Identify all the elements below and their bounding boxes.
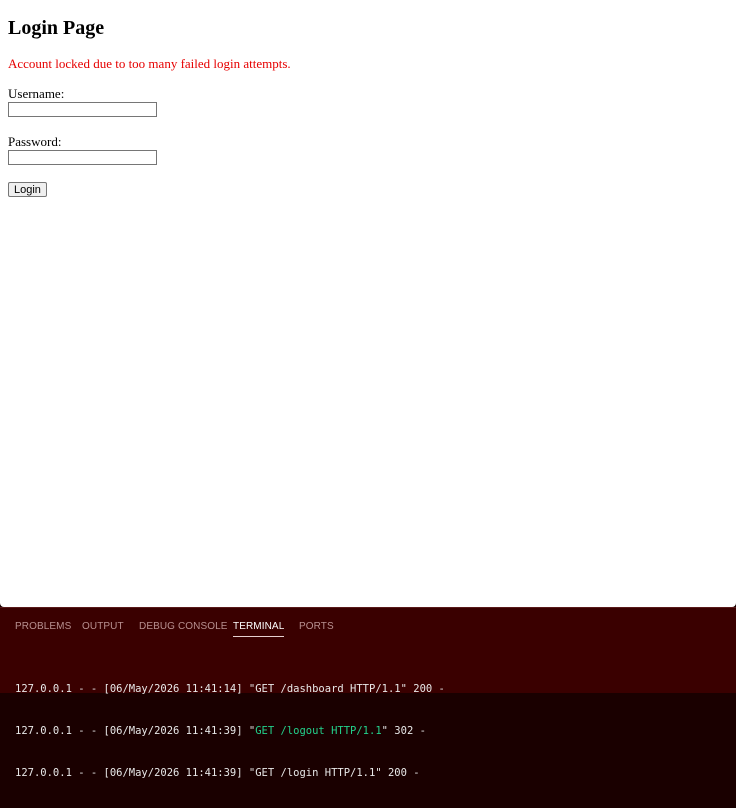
terminal-line: 127.0.0.1 - - [06/May/2026 11:41:14] "GE… [15,682,725,696]
login-button[interactable]: Login [8,182,47,197]
username-input[interactable] [8,102,157,117]
log-request: GET /dashboard HTTP/1.1 [255,683,401,695]
terminal-line: 127.0.0.1 - - [06/May/2026 11:41:39] "GE… [15,766,725,780]
log-suffix: " 200 - [400,683,445,695]
tab-debug-console[interactable]: DEBUG CONSOLE [139,621,228,632]
panel-tabs: PROBLEMS OUTPUT DEBUG CONSOLE TERMINAL P… [0,608,736,644]
log-prefix: 127.0.0.1 - - [06/May/2026 11:41:39] " [15,767,256,779]
tab-ports[interactable]: PORTS [299,621,334,632]
tab-output[interactable]: OUTPUT [82,621,124,632]
password-label: Password: [8,134,62,149]
log-prefix: 127.0.0.1 - - [06/May/2026 11:41:14] " [15,683,256,695]
username-label: Username: [8,86,65,101]
bottom-panel: PROBLEMS OUTPUT DEBUG CONSOLE TERMINAL P… [0,607,736,779]
page-title: Login Page [8,17,105,39]
log-suffix: " 200 - [375,767,420,779]
error-message: Account locked due to too many failed lo… [8,56,291,71]
log-suffix: " 302 - [381,725,426,737]
log-request: GET /login HTTP/1.1 [255,767,376,779]
password-input[interactable] [8,150,157,165]
terminal-line: 127.0.0.1 - - [06/May/2026 11:41:39] "GE… [15,724,725,738]
tab-problems[interactable]: PROBLEMS [15,621,71,632]
tab-terminal[interactable]: TERMINAL [233,621,285,637]
browser-page: Login Page Account locked due to too man… [0,0,736,607]
log-request: GET /logout HTTP/1.1 [255,725,382,737]
terminal-output[interactable]: 127.0.0.1 - - [06/May/2026 11:41:14] "GE… [15,654,725,808]
log-prefix: 127.0.0.1 - - [06/May/2026 11:41:39] " [15,725,256,737]
